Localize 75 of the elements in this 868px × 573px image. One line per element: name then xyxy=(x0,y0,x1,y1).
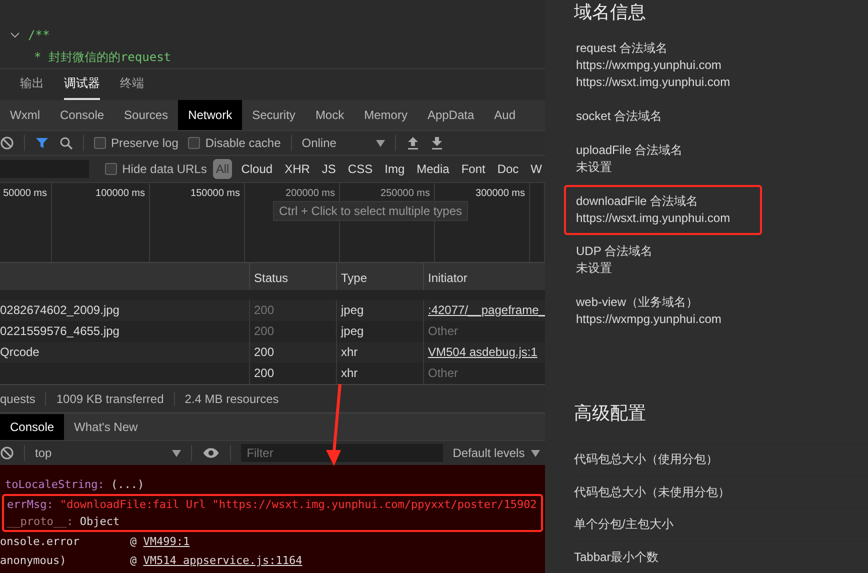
type-filter-button[interactable]: Media xyxy=(414,159,452,179)
stack-function: anonymous) xyxy=(0,554,68,567)
devtools-tab[interactable]: Console xyxy=(50,100,114,130)
domain-label: downloadFile 合法域名 xyxy=(576,193,700,210)
context-select[interactable]: top xyxy=(35,446,181,460)
domain-value: 未设置 xyxy=(576,159,613,176)
config-item: 代码包总大小（未使用分包） xyxy=(574,476,868,508)
type-filter-button[interactable]: JS xyxy=(318,159,339,179)
section-title: 高级配置 xyxy=(574,402,647,425)
domain-value: 未设置 xyxy=(576,260,613,277)
caret-icon xyxy=(376,140,386,146)
table-cell-text: 0221559576_4655.jpg xyxy=(0,323,120,340)
panel-tab[interactable]: 终端 xyxy=(120,69,144,100)
clear-icon[interactable] xyxy=(0,136,14,150)
type-filter-button[interactable]: XHR xyxy=(282,159,313,179)
domain-label: socket 合法域名 xyxy=(576,108,664,125)
domain-value: https://wxmpg.yunphui.com xyxy=(576,311,722,328)
devtools-tab[interactable]: AppData xyxy=(417,100,484,130)
at-sign: @ xyxy=(130,554,137,567)
domain-label: UDP 合法域名 xyxy=(576,243,654,260)
filter-input[interactable]: Filter xyxy=(240,444,443,462)
checkbox[interactable]: Preserve log xyxy=(94,136,178,150)
upload-icon[interactable] xyxy=(406,136,420,150)
panel-tab[interactable]: 输出 xyxy=(20,69,44,100)
code-line: /** xyxy=(28,28,50,42)
domain-value: https://wsxt.img.yunphui.com xyxy=(576,74,732,91)
devtools-tab[interactable]: Security xyxy=(242,100,306,130)
caret-icon xyxy=(172,450,181,456)
section-title: 域名信息 xyxy=(574,1,647,24)
checkbox[interactable]: Hide data URLs xyxy=(105,162,207,176)
devtools-tab[interactable]: Mock xyxy=(305,100,354,130)
caret-icon xyxy=(530,450,540,456)
config-item: 代码包总大小（使用分包） xyxy=(574,443,868,476)
type-filter-button[interactable]: Doc xyxy=(494,159,522,179)
filter-icon[interactable] xyxy=(35,136,49,150)
source-link[interactable]: VM514 appservice.js:1164 xyxy=(143,554,302,567)
domain-label: uploadFile 合法域名 xyxy=(576,142,684,159)
devtools-tab[interactable]: Network xyxy=(178,100,242,130)
domain-value: https://wxmpg.yunphui.com xyxy=(576,57,722,74)
config-item: 单个分包/主包大小 xyxy=(574,508,868,540)
at-sign: @ xyxy=(130,535,137,548)
console-property: errMsg: "downloadFile:fail Url "https://wsxt.img.yunphui.com/ppyxxt/poster/15902 xyxy=(7,498,537,511)
devtools-tab[interactable]: Wxml xyxy=(0,100,50,130)
domain-label: request 合法域名 xyxy=(576,40,668,57)
table-cell-text: 0282674602_2009.jpg xyxy=(0,302,120,319)
search-icon[interactable] xyxy=(59,136,73,150)
summary-text: quests xyxy=(0,392,46,406)
table-cell-text: Qrcode xyxy=(0,344,40,361)
type-filter-button[interactable]: Cloud xyxy=(238,159,276,179)
source-link[interactable]: VM499:1 xyxy=(143,535,190,548)
levels-select[interactable]: Default levels xyxy=(452,446,540,460)
drawer-tab[interactable]: What's New xyxy=(64,414,148,440)
download-icon[interactable] xyxy=(430,136,444,150)
summary-text: 1009 KB transferred xyxy=(56,392,175,406)
console-property: toLocaleString: (...) xyxy=(5,478,144,491)
summary-text: 2.4 MB resources xyxy=(184,392,280,406)
checkbox[interactable]: Disable cache xyxy=(188,136,281,150)
devtools-tab[interactable]: Sources xyxy=(114,100,178,130)
domain-value: https://wsxt.img.yunphui.com xyxy=(576,210,732,227)
devtools-tab[interactable]: Aud xyxy=(484,100,526,130)
fold-chevron-icon[interactable] xyxy=(10,32,20,38)
type-filter-button[interactable]: Font xyxy=(458,159,488,179)
code-line: * 封封微信的的request xyxy=(34,48,172,66)
clear-icon[interactable] xyxy=(0,446,14,460)
type-filter-button[interactable]: CSS xyxy=(344,159,376,179)
devtools-tab[interactable]: Memory xyxy=(354,100,418,130)
drawer-tab[interactable]: Console xyxy=(0,414,64,440)
domain-label: web-view（业务域名） xyxy=(576,294,700,311)
type-filter-button[interactable]: Img xyxy=(382,159,408,179)
throttling-select[interactable]: Online xyxy=(302,136,386,150)
console-property: __proto__: Object xyxy=(7,515,120,528)
stack-function: onsole.error xyxy=(0,535,80,548)
type-filter-button[interactable]: W xyxy=(528,159,545,179)
config-item: Tabbar最小个数 xyxy=(574,540,868,573)
tooltip: Ctrl + Click to select multiple types xyxy=(273,201,468,221)
